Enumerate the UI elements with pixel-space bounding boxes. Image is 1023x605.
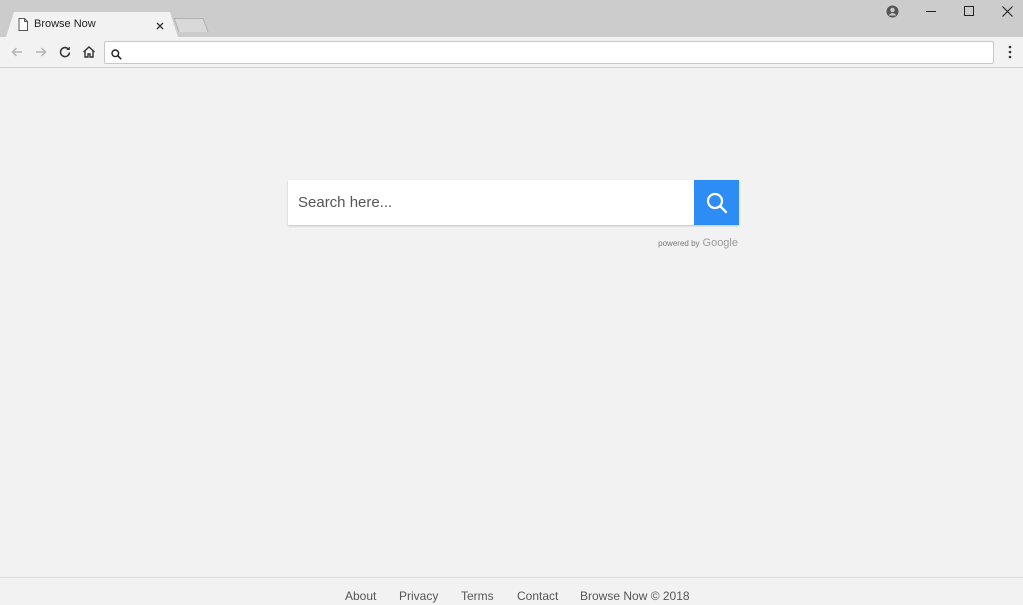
footer: About Privacy Terms Contact Browse Now ©…	[0, 577, 1023, 605]
google-logo: Google	[702, 237, 738, 249]
powered-by-label: powered by Google	[600, 237, 738, 249]
powered-by-text: powered by	[658, 239, 700, 248]
account-icon[interactable]	[875, 0, 909, 22]
search-icon	[111, 47, 122, 60]
new-tab-button[interactable]	[173, 18, 209, 32]
close-icon[interactable]	[155, 18, 165, 30]
search-button[interactable]	[694, 180, 739, 225]
minimize-icon[interactable]	[914, 0, 948, 22]
search-box	[288, 180, 739, 225]
back-icon[interactable]	[9, 44, 25, 60]
footer-copyright: Browse Now © 2018	[580, 589, 690, 603]
footer-link-about[interactable]: About	[345, 589, 376, 603]
footer-link-privacy[interactable]: Privacy	[399, 589, 438, 603]
tab-title: Browse Now	[34, 18, 96, 30]
address-input[interactable]	[129, 44, 989, 61]
window-close-icon[interactable]	[990, 0, 1023, 22]
browser-toolbar	[0, 37, 1023, 68]
home-icon[interactable]	[81, 44, 97, 60]
page-icon	[18, 18, 28, 31]
address-bar[interactable]	[104, 41, 994, 64]
browser-tab[interactable]: Browse Now	[6, 12, 178, 37]
more-vert-icon[interactable]	[1004, 44, 1016, 60]
footer-link-contact[interactable]: Contact	[517, 589, 558, 603]
footer-link-terms[interactable]: Terms	[461, 589, 494, 603]
search-input[interactable]	[298, 180, 694, 225]
maximize-icon[interactable]	[952, 0, 986, 22]
forward-icon[interactable]	[33, 44, 49, 60]
reload-icon[interactable]	[57, 44, 73, 60]
search-icon	[706, 192, 728, 214]
title-bar: Browse Now	[0, 0, 1023, 37]
